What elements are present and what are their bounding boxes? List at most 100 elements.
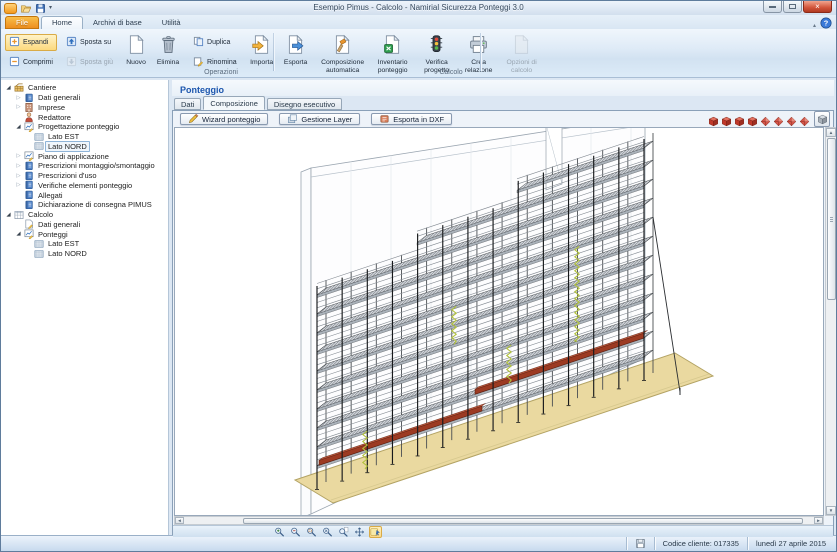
button-label: Gestione Layer	[301, 115, 352, 124]
button-label: Opzioni di calcolo	[503, 59, 541, 74]
espandi-button[interactable]: Espandi	[5, 34, 57, 51]
pencil-icon	[188, 113, 199, 126]
import-icon	[251, 34, 272, 59]
move-down-icon	[66, 56, 77, 69]
frame-icon	[33, 239, 45, 249]
window-title: Esempio Pimus - Calcolo - Namirial Sicur…	[1, 1, 836, 15]
tab-content: Wizard ponteggio Gestione Layer Esporta in…	[172, 110, 834, 535]
dxf-box-icon	[379, 113, 390, 126]
sposta-giù-button: Sposta giù	[62, 54, 117, 71]
close-button[interactable]: ×	[803, 1, 832, 13]
panel-header: Ponteggio	[172, 80, 834, 96]
scaffold-drawing	[175, 128, 823, 515]
button-label: Comprimi	[23, 59, 53, 66]
tree-item-verifiche-elementi-ponteggio[interactable]: ▷Verifiche elementi ponteggio	[1, 181, 168, 191]
tab-composizione[interactable]: Composizione	[203, 96, 265, 110]
minimize-ribbon-icon[interactable]: ▴	[813, 22, 816, 29]
expanded-arrow-icon[interactable]: ◢	[14, 124, 23, 130]
tree-item-progettazione-ponteggio[interactable]: ◢Progettazione ponteggio	[1, 122, 168, 132]
tab-dati[interactable]: Dati	[174, 98, 201, 110]
page-edit-icon	[23, 219, 35, 229]
button-label: Duplica	[207, 39, 230, 46]
gestione-layer-button[interactable]: Gestione Layer	[279, 113, 360, 125]
duplica-button[interactable]: Duplica	[189, 34, 241, 51]
main-panel: Ponteggio DatiComposizioneDisegno esecut…	[172, 80, 836, 535]
zoom-extents-icon[interactable]	[321, 526, 334, 538]
tree-item-dati-generali[interactable]: Dati generali	[1, 220, 168, 230]
tree-item-imprese[interactable]: ▷Imprese	[1, 103, 168, 113]
vertical-scroll-thumb[interactable]	[827, 138, 836, 300]
collapsed-arrow-icon[interactable]: ▷	[14, 173, 23, 179]
app-window: ▾ Esempio Pimus - Calcolo - Namirial Sic…	[0, 0, 837, 552]
content-toolbar: Wizard ponteggio Gestione Layer Esporta in…	[173, 111, 833, 127]
trash-icon	[158, 34, 179, 59]
new-page-icon	[126, 34, 147, 59]
printer-icon	[468, 34, 489, 59]
chart-icon	[23, 122, 35, 132]
zoom-window-icon[interactable]	[305, 526, 318, 538]
calc-options-icon	[511, 34, 532, 59]
zoom-previous-icon[interactable]	[337, 526, 350, 538]
collapsed-arrow-icon[interactable]: ▷	[14, 182, 23, 188]
client-code: Codice cliente: 017335	[654, 537, 747, 550]
collapsed-arrow-icon[interactable]: ▷	[14, 104, 23, 110]
export-icon	[285, 34, 306, 59]
scroll-left-arrow[interactable]: ◄	[175, 517, 184, 524]
group-separator	[480, 33, 481, 71]
button-label: Nuovo	[126, 59, 146, 66]
navigation-tree: ◢Cantiere▷Dati generali▷ImpreseRedattore…	[1, 80, 169, 535]
table-icon	[13, 210, 25, 220]
ribbon: Espandi Comprimi Sposta su Sposta giù Nuovo E…	[1, 29, 836, 78]
esporta-in-dxf-button[interactable]: Esporta in DXF	[371, 113, 452, 125]
tree-item-lato-nord[interactable]: Lato NORD	[1, 249, 168, 259]
save-status-icon	[626, 537, 654, 550]
render-options-icon[interactable]	[369, 526, 382, 538]
nuovo-button[interactable]: Nuovo	[122, 31, 150, 75]
horizontal-scrollbar[interactable]: ◄ ►	[174, 516, 824, 525]
comprimi-button[interactable]: Comprimi	[5, 54, 57, 71]
button-label: Esporta in DXF	[393, 115, 444, 124]
menu-tab-home[interactable]: Home	[41, 16, 83, 29]
tab-disegno-esecutivo[interactable]: Disegno esecutivo	[267, 98, 342, 110]
maximize-button[interactable]	[783, 1, 802, 13]
view-tools-strip	[173, 525, 833, 537]
wizard-ponteggio-button[interactable]: Wizard ponteggio	[180, 113, 268, 125]
menu-tab-utilità[interactable]: Utilità	[152, 16, 191, 29]
horizontal-scroll-thumb[interactable]	[243, 518, 803, 524]
tree-item-ponteggi[interactable]: ◢Ponteggi	[1, 229, 168, 239]
file-tab[interactable]: File	[5, 16, 39, 29]
expanded-arrow-icon[interactable]: ◢	[4, 85, 13, 91]
elimina-button[interactable]: Elimina	[152, 31, 184, 75]
inventario-ponteggio-button[interactable]: Inventario ponteggio	[371, 31, 415, 75]
site-icon	[13, 83, 25, 93]
view-mode-button[interactable]	[814, 111, 830, 127]
tree-item-cantiere[interactable]: ◢Cantiere	[1, 83, 168, 93]
pan-icon[interactable]	[353, 526, 366, 538]
scroll-up-arrow[interactable]: ▲	[826, 128, 836, 137]
esporta-button[interactable]: Esporta	[280, 31, 312, 75]
expanded-arrow-icon[interactable]: ◢	[14, 231, 23, 237]
workspace: ◢Cantiere▷Dati generali▷ImpreseRedattore…	[1, 78, 836, 535]
sposta-su-button[interactable]: Sposta su	[62, 34, 117, 51]
drawing-canvas[interactable]	[174, 127, 824, 516]
zoom-in-icon[interactable]	[273, 526, 286, 538]
person-icon	[23, 112, 35, 122]
duplicate-icon	[193, 36, 204, 49]
scroll-down-arrow[interactable]: ▼	[826, 506, 836, 515]
minimize-button[interactable]	[763, 1, 782, 13]
collapsed-arrow-icon[interactable]: ▷	[14, 163, 23, 169]
collapsed-arrow-icon[interactable]: ▷	[14, 153, 23, 159]
chart-icon	[23, 151, 35, 161]
tree-item-calcolo[interactable]: ◢Calcolo	[1, 210, 168, 220]
tree-item-dati-generali[interactable]: ▷Dati generali	[1, 93, 168, 103]
zoom-out-icon[interactable]	[289, 526, 302, 538]
button-label: Rinomina	[207, 59, 237, 66]
rename-icon	[193, 56, 204, 69]
menu-tab-archivi-di-base[interactable]: Archivi di base	[83, 16, 152, 29]
composizione-automatica-button[interactable]: Composizione automatica	[317, 31, 369, 75]
collapsed-arrow-icon[interactable]: ▷	[14, 95, 23, 101]
expanded-arrow-icon[interactable]: ◢	[4, 212, 13, 218]
expand-icon	[9, 36, 20, 49]
vertical-scrollbar[interactable]: ▲ ▼	[825, 127, 837, 516]
scroll-right-arrow[interactable]: ►	[814, 517, 823, 524]
